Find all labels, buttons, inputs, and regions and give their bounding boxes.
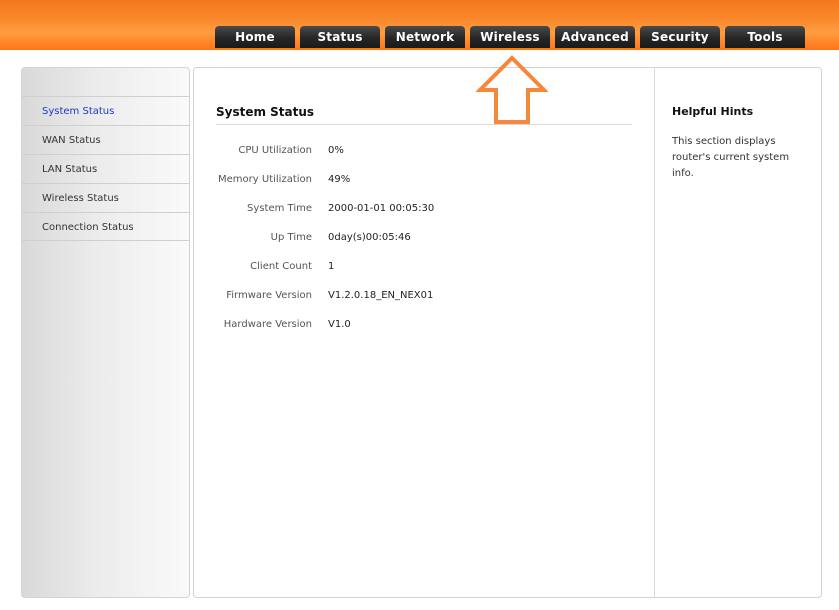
main-nav: Home Status Network Wireless Advanced Se… (215, 26, 810, 50)
status-value: V1.0 (328, 319, 351, 330)
sidebar-item-connection-status[interactable]: Connection Status (22, 212, 189, 241)
status-label: CPU Utilization (238, 145, 312, 156)
main-panel: System Status CPU Utilization 0% Memory … (193, 67, 822, 598)
status-value: 49% (328, 174, 351, 185)
status-label: Hardware Version (223, 319, 312, 330)
sidebar-item-system-status[interactable]: System Status (22, 96, 189, 125)
tab-home[interactable]: Home (215, 26, 295, 50)
status-label: Firmware Version (226, 290, 312, 301)
tab-tools[interactable]: Tools (725, 26, 805, 50)
status-value: 0% (328, 145, 344, 156)
sidebar: System Status WAN Status LAN Status Wire… (21, 67, 190, 598)
tab-status[interactable]: Status (300, 26, 380, 50)
status-row-system-time: System Time 2000-01-01 00:05:30 (194, 194, 655, 223)
status-label: Memory Utilization (218, 174, 312, 185)
tab-security[interactable]: Security (640, 26, 720, 50)
status-row-hardware: Hardware Version V1.0 (194, 310, 655, 339)
status-row-firmware: Firmware Version V1.2.0.18_EN_NEX01 (194, 281, 655, 310)
tab-advanced[interactable]: Advanced (555, 26, 635, 50)
status-row-memory: Memory Utilization 49% (194, 165, 655, 194)
up-arrow-icon (476, 55, 548, 124)
status-content: System Status CPU Utilization 0% Memory … (194, 68, 655, 597)
status-value: 0day(s)00:05:46 (328, 232, 411, 243)
status-label: Client Count (250, 261, 312, 272)
hints-title: Helpful Hints (672, 105, 754, 118)
hints-text: This section displays router's current s… (672, 136, 790, 179)
status-table: CPU Utilization 0% Memory Utilization 49… (194, 136, 655, 339)
sidebar-menu: System Status WAN Status LAN Status Wire… (22, 96, 189, 241)
sidebar-item-lan-status[interactable]: LAN Status (22, 154, 189, 183)
status-value: 1 (328, 261, 335, 272)
status-value: 2000-01-01 00:05:30 (328, 203, 435, 214)
page-title: System Status (216, 105, 632, 125)
helpful-hints: Helpful Hints This section displays rout… (672, 105, 812, 182)
status-row-client-count: Client Count 1 (194, 252, 655, 281)
status-row-cpu: CPU Utilization 0% (194, 136, 655, 165)
tab-network[interactable]: Network (385, 26, 465, 50)
status-row-up-time: Up Time 0day(s)00:05:46 (194, 223, 655, 252)
top-banner: Home Status Network Wireless Advanced Se… (0, 0, 839, 50)
status-label: Up Time (270, 232, 312, 243)
tab-wireless[interactable]: Wireless (470, 26, 550, 50)
sidebar-item-wireless-status[interactable]: Wireless Status (22, 183, 189, 212)
status-label: System Time (247, 203, 312, 214)
sidebar-item-wan-status[interactable]: WAN Status (22, 125, 189, 154)
status-value: V1.2.0.18_EN_NEX01 (328, 290, 434, 301)
